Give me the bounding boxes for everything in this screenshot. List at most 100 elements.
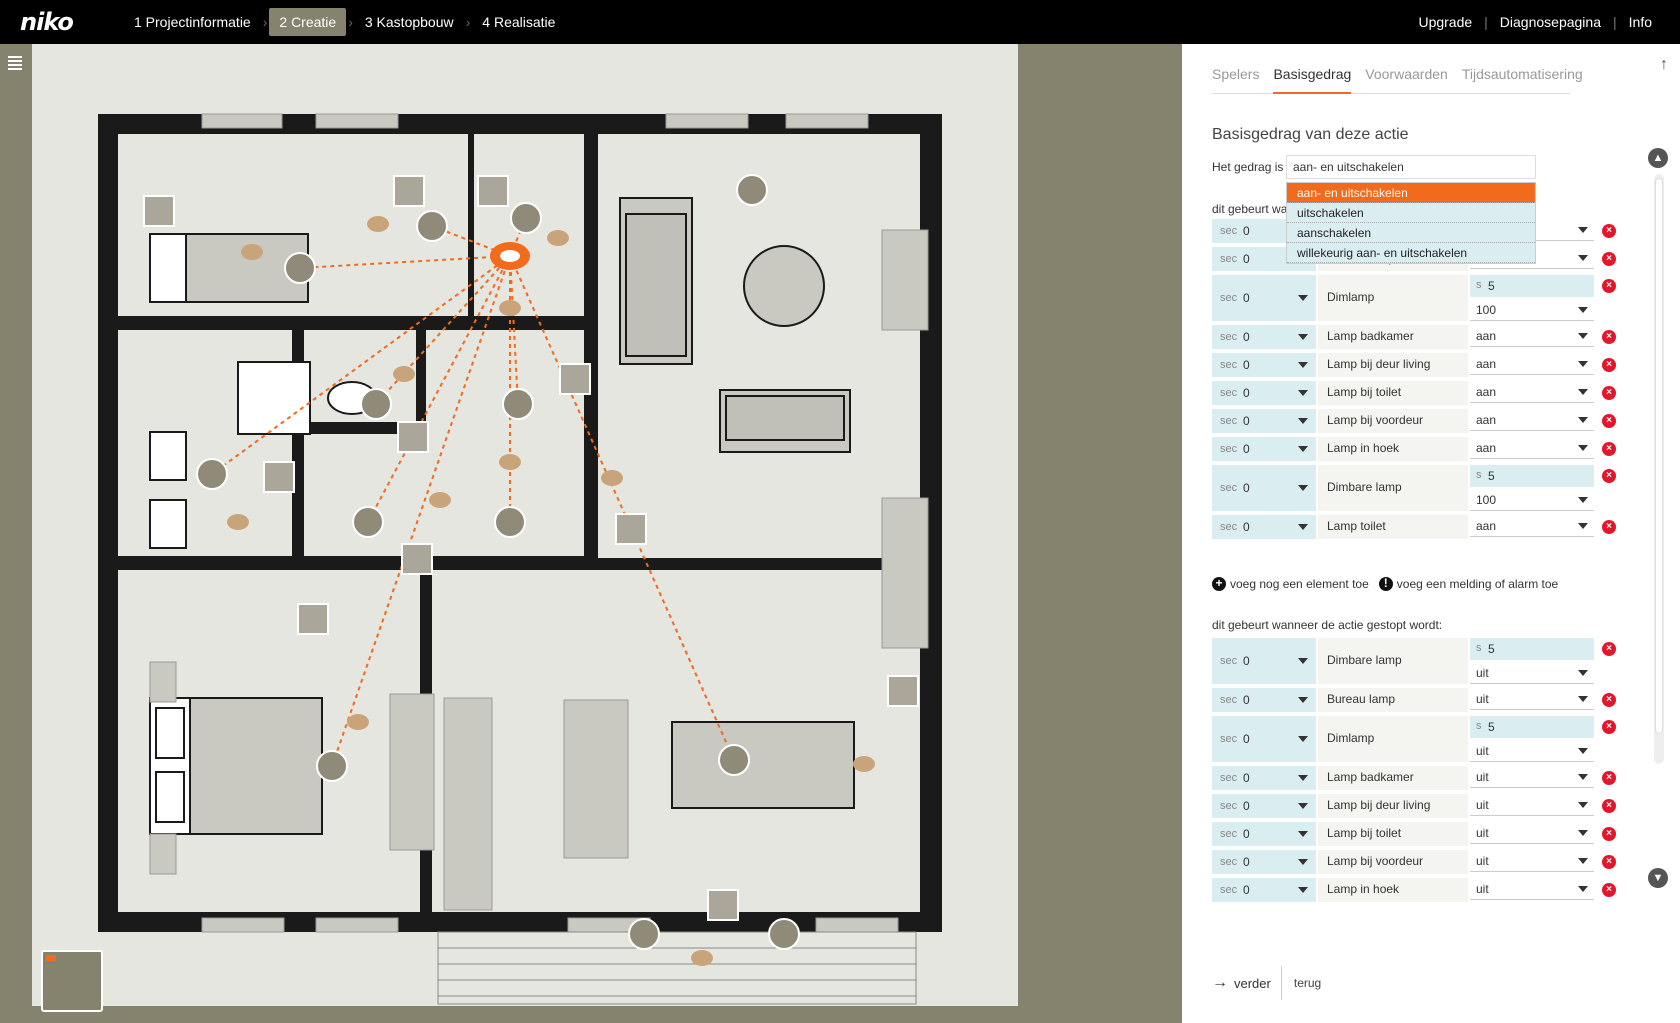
step-projectinformatie[interactable]: 1 Projectinformatie xyxy=(124,8,261,36)
state-select[interactable]: aan xyxy=(1470,381,1594,403)
arrow-up-icon[interactable]: ↑ xyxy=(1660,56,1668,74)
state-select[interactable]: aan xyxy=(1470,409,1594,431)
chevron-down-icon xyxy=(1298,524,1308,530)
delete-icon[interactable]: × xyxy=(1602,771,1616,785)
add-alarm-button[interactable]: ! voeg een melding of alarm toe xyxy=(1378,577,1558,591)
state-select[interactable]: aan xyxy=(1470,515,1594,537)
delay-select[interactable]: sec 0 xyxy=(1212,794,1316,818)
state-select[interactable]: aan xyxy=(1470,437,1594,459)
gedrag-select[interactable]: aan- en uitschakelen xyxy=(1286,155,1536,179)
niko-logo[interactable]: niko xyxy=(20,8,74,36)
option-willekeurig[interactable]: willekeurig aan- en uitschakelen xyxy=(1287,243,1535,263)
step-realisatie[interactable]: 4 Realisatie xyxy=(472,8,565,36)
menu-icon[interactable] xyxy=(8,56,22,70)
add-element-button[interactable]: + voeg nog een element toe xyxy=(1212,577,1369,591)
option-aanschakelen[interactable]: aanschakelen xyxy=(1287,223,1535,243)
chevron-down-icon xyxy=(1578,497,1588,503)
action-panel: Spelers Basisgedrag Voorwaarden Tijdsaut… xyxy=(1182,44,1680,1023)
delete-icon[interactable]: × xyxy=(1602,330,1616,344)
delay-select[interactable]: sec 0 xyxy=(1212,353,1316,377)
panel-scrollbar[interactable] xyxy=(1654,174,1664,764)
duration-field[interactable]: s5 xyxy=(1470,465,1594,487)
behavior-row: sec 0 Lamp badkamer aan × xyxy=(1212,325,1616,349)
sec-value: 0 xyxy=(1243,520,1250,534)
state-select[interactable]: 100 xyxy=(1470,489,1594,511)
option-uitschakelen[interactable]: uitschakelen xyxy=(1287,203,1535,223)
state-select[interactable]: uit xyxy=(1470,850,1594,872)
delay-select[interactable]: sec 0 xyxy=(1212,381,1316,405)
delete-icon[interactable]: × xyxy=(1602,799,1616,813)
state-select[interactable]: uit xyxy=(1470,822,1594,844)
delay-select[interactable]: sec 0 xyxy=(1212,850,1316,874)
delete-icon[interactable]: × xyxy=(1602,358,1616,372)
delete-icon[interactable]: × xyxy=(1602,883,1616,897)
element-name-label: Lamp bij toilet xyxy=(1327,826,1402,840)
state-select[interactable]: uit xyxy=(1470,740,1594,762)
delay-select[interactable]: sec 0 xyxy=(1212,325,1316,349)
state-select[interactable]: uit xyxy=(1470,878,1594,900)
duration-field[interactable]: s5 xyxy=(1470,638,1594,660)
delete-icon[interactable]: × xyxy=(1602,693,1616,707)
duration-unit: s xyxy=(1476,642,1482,654)
upgrade-link[interactable]: Upgrade xyxy=(1406,14,1484,30)
delay-select[interactable]: sec 0 xyxy=(1212,465,1316,511)
scroll-thumb[interactable] xyxy=(1655,178,1663,734)
state-select[interactable]: uit xyxy=(1470,766,1594,788)
sec-value: 0 xyxy=(1243,358,1250,372)
chevron-down-icon xyxy=(1298,736,1308,742)
state-select[interactable]: 100 xyxy=(1470,299,1594,321)
behavior-row: sec 0 Bureau lamp uit × xyxy=(1212,688,1616,712)
delay-select[interactable]: sec 0 xyxy=(1212,688,1316,712)
delete-icon[interactable]: × xyxy=(1602,642,1616,656)
back-button[interactable]: terug xyxy=(1282,976,1321,990)
option-aan-en-uitschakelen[interactable]: aan- en uitschakelen xyxy=(1287,183,1535,203)
delay-select[interactable]: sec 0 xyxy=(1212,766,1316,790)
delete-icon[interactable]: × xyxy=(1602,224,1616,238)
next-button[interactable]: → verder xyxy=(1212,966,1282,1000)
state-select[interactable]: uit xyxy=(1470,662,1594,684)
delete-icon[interactable]: × xyxy=(1602,827,1616,841)
delete-icon[interactable]: × xyxy=(1602,520,1616,534)
sec-label: sec xyxy=(1220,292,1238,304)
delete-icon[interactable]: × xyxy=(1602,386,1616,400)
tab-spelers[interactable]: Spelers xyxy=(1212,66,1259,94)
state-select[interactable]: aan xyxy=(1470,353,1594,375)
scroll-down-icon[interactable]: ▼ xyxy=(1648,868,1668,888)
state-select[interactable]: uit xyxy=(1470,688,1594,710)
step-creatie[interactable]: 2 Creatie xyxy=(269,8,347,36)
delay-select[interactable]: sec 0 xyxy=(1212,275,1316,321)
delete-icon[interactable]: × xyxy=(1602,279,1616,293)
delete-icon[interactable]: × xyxy=(1602,855,1616,869)
minimap[interactable] xyxy=(41,950,103,1012)
info-link[interactable]: Info xyxy=(1617,14,1664,30)
delete-icon[interactable]: × xyxy=(1602,414,1616,428)
delay-select[interactable]: sec 0 xyxy=(1212,716,1316,762)
floor-plan-canvas[interactable] xyxy=(32,44,1018,1006)
delay-select[interactable]: sec 0 xyxy=(1212,822,1316,846)
delay-select[interactable]: sec 0 xyxy=(1212,437,1316,461)
state-select[interactable]: aan xyxy=(1470,325,1594,347)
delete-icon[interactable]: × xyxy=(1602,252,1616,266)
step-kastopbouw[interactable]: 3 Kastopbouw xyxy=(355,8,464,36)
sec-label: sec xyxy=(1220,359,1238,371)
delay-select[interactable]: sec 0 xyxy=(1212,638,1316,684)
scroll-up-icon[interactable]: ▲ xyxy=(1648,148,1668,168)
sec-label: sec xyxy=(1220,828,1238,840)
delete-icon[interactable]: × xyxy=(1602,469,1616,483)
tab-basisgedrag[interactable]: Basisgedrag xyxy=(1273,66,1352,94)
duration-field[interactable]: s5 xyxy=(1470,716,1594,738)
delete-icon[interactable]: × xyxy=(1602,720,1616,734)
element-name-label: Lamp in hoek xyxy=(1327,882,1400,896)
delay-select[interactable]: sec 0 xyxy=(1212,409,1316,433)
delay-select[interactable]: sec 0 xyxy=(1212,878,1316,902)
delay-select[interactable]: sec 0 xyxy=(1212,515,1316,539)
state-select[interactable]: uit xyxy=(1470,794,1594,816)
delete-icon[interactable]: × xyxy=(1602,442,1616,456)
diagnosepagina-link[interactable]: Diagnosepagina xyxy=(1488,14,1613,30)
sec-value: 0 xyxy=(1243,252,1250,266)
tab-voorwaarden[interactable]: Voorwaarden xyxy=(1365,66,1448,94)
duration-value: 5 xyxy=(1488,720,1495,734)
element-name: Lamp toilet xyxy=(1318,515,1468,539)
duration-field[interactable]: s5 xyxy=(1470,275,1594,297)
tab-tijdsautomatisering[interactable]: Tijdsautomatisering xyxy=(1462,66,1583,94)
